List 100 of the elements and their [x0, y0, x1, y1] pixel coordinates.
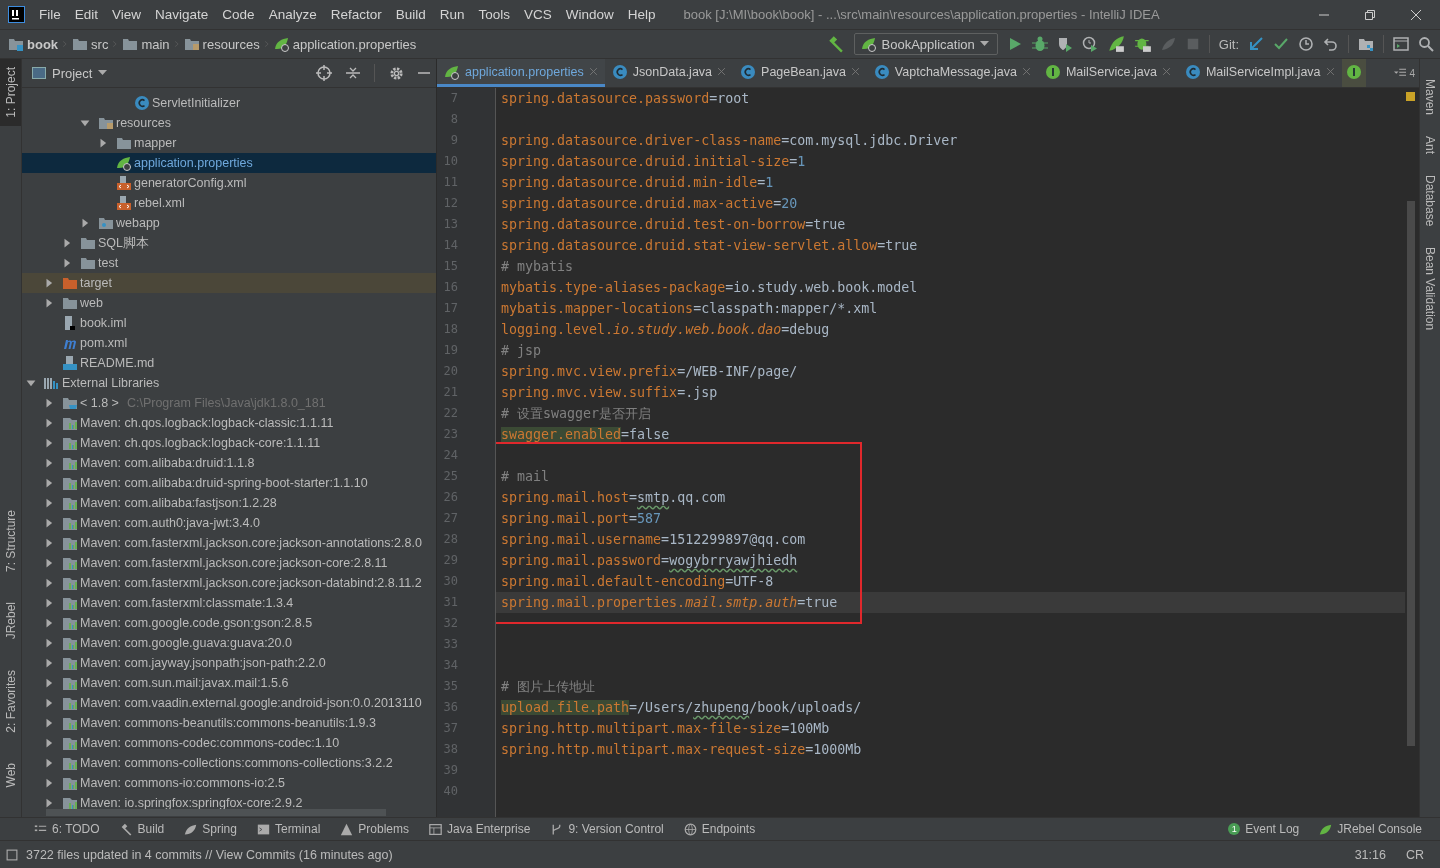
tree-item[interactable]: web — [22, 293, 436, 313]
editor-tab[interactable] — [1341, 59, 1366, 87]
debug-icon[interactable] — [1031, 36, 1048, 52]
tool-window-tab[interactable]: Maven — [1423, 79, 1437, 119]
menu-item[interactable]: Run — [439, 7, 465, 22]
scrollbar-thumb[interactable] — [46, 809, 386, 816]
hammer-icon[interactable] — [826, 35, 845, 53]
tree-item[interactable]: Maven: commons-beanutils:commons-beanutils:1.9.3 — [22, 713, 436, 733]
menu-item[interactable]: View — [112, 7, 142, 22]
tree-item[interactable]: Maven: com.fasterxml.jackson.core:jackson-core:2.8.11 — [22, 553, 436, 573]
search-icon[interactable] — [1418, 36, 1434, 52]
line-separator[interactable]: CR — [1405, 847, 1424, 862]
tree-item[interactable]: SQL脚本 — [22, 233, 436, 253]
tool-window-button[interactable]: 6: TODO — [34, 822, 100, 836]
editor-tab[interactable]: PageBean.java — [733, 59, 867, 87]
tree-item[interactable]: Maven: com.fasterxml.jackson.core:jackson-databind:2.8.11.2 — [22, 573, 436, 593]
tool-window-tab[interactable]: 7: Structure — [0, 502, 21, 581]
tool-window-button[interactable]: JRebel Console — [1319, 822, 1422, 836]
tool-window-button[interactable]: 9: Version Control — [550, 822, 664, 836]
tool-window-tab[interactable]: 1: Project — [0, 59, 21, 126]
rebel-debug-icon[interactable] — [1133, 35, 1152, 53]
editor-tab[interactable]: application.properties — [437, 59, 605, 87]
tree-item[interactable]: Maven: com.alibaba:druid:1.1.8 — [22, 453, 436, 473]
tree-item[interactable]: Maven: commons-codec:commons-codec:1.10 — [22, 733, 436, 753]
tree-item[interactable]: Maven: com.jayway.jsonpath:json-path:2.2.0 — [22, 653, 436, 673]
tree-item[interactable]: pom.xml — [22, 333, 436, 353]
tool-window-button[interactable]: Endpoints — [683, 822, 756, 836]
tree-item[interactable]: webapp — [22, 213, 436, 233]
menu-item[interactable]: Refactor — [330, 7, 382, 22]
run-configuration-dropdown[interactable]: BookApplication — [853, 33, 998, 55]
project-structure-icon[interactable] — [1358, 36, 1374, 52]
editor-tab[interactable]: VaptchaMessage.java — [866, 59, 1038, 87]
window-icon[interactable] — [1393, 36, 1409, 52]
tree-item[interactable]: target — [22, 273, 436, 293]
tree-item[interactable]: External Libraries — [22, 373, 436, 393]
tree-item[interactable]: Maven: ch.qos.logback:logback-core:1.1.11 — [22, 433, 436, 453]
tree-item[interactable]: Maven: commons-collections:commons-collections:3.2.2 — [22, 753, 436, 773]
tree-item[interactable]: Maven: com.auth0:java-jwt:3.4.0 — [22, 513, 436, 533]
tree-item[interactable]: application.properties — [22, 153, 436, 173]
tree-item[interactable]: Maven: com.google.code.gson:gson:2.8.5 — [22, 613, 436, 633]
tree-item[interactable]: Maven: com.alibaba:druid-spring-boot-starter:1.1.10 — [22, 473, 436, 493]
menu-item[interactable]: Tools — [478, 7, 510, 22]
coverage-icon[interactable] — [1056, 36, 1073, 52]
breadcrumb[interactable]: main — [122, 36, 170, 52]
commit-check-icon[interactable] — [1273, 36, 1289, 52]
menu-item[interactable]: Help — [627, 7, 656, 22]
tool-window-button[interactable]: Build — [119, 822, 165, 836]
settings-icon[interactable] — [389, 65, 404, 81]
menu-item[interactable]: Edit — [74, 7, 99, 22]
menu-item[interactable]: Code — [222, 7, 255, 22]
tool-window-button[interactable]: 1 Event Log — [1228, 822, 1300, 836]
tool-window-tab[interactable]: Database — [1423, 175, 1437, 230]
tab-list-button[interactable]: 4 — [1389, 59, 1419, 87]
tree-item[interactable]: rebel.xml — [22, 193, 436, 213]
tree-item[interactable]: Maven: com.alibaba:fastjson:1.2.28 — [22, 493, 436, 513]
breadcrumb[interactable]: resources — [183, 36, 260, 52]
tree-item[interactable]: Maven: com.google.guava:guava:20.0 — [22, 633, 436, 653]
tree-item[interactable]: mapper — [22, 133, 436, 153]
menu-item[interactable]: Navigate — [155, 7, 209, 22]
menu-item[interactable]: Window — [565, 7, 614, 22]
tree-item[interactable]: README.md — [22, 353, 436, 373]
restore-icon[interactable] — [1364, 8, 1376, 21]
tool-window-tab[interactable]: Ant — [1423, 136, 1437, 158]
profiler-icon[interactable] — [1081, 36, 1098, 52]
collapse-all-icon[interactable] — [346, 66, 360, 80]
editor-tab[interactable]: MailService.java — [1037, 59, 1178, 87]
tool-window-button[interactable]: Problems — [340, 822, 409, 836]
update-project-icon[interactable] — [1248, 36, 1264, 52]
tool-window-button[interactable]: Java Enterprise — [429, 822, 531, 836]
breadcrumb[interactable]: application.properties — [273, 36, 417, 52]
tree-item[interactable]: Maven: com.sun.mail:javax.mail:1.5.6 — [22, 673, 436, 693]
editor-tab[interactable]: JsonData.java — [604, 59, 734, 87]
scrollbar-thumb[interactable] — [1407, 201, 1415, 746]
menu-item[interactable]: VCS — [524, 7, 552, 22]
tool-window-button[interactable]: Spring — [184, 822, 237, 836]
tree-item[interactable]: test — [22, 253, 436, 273]
locate-icon[interactable] — [316, 65, 332, 81]
close-icon[interactable] — [1410, 8, 1422, 21]
tree-item[interactable]: Maven: ch.qos.logback:logback-classic:1.1.11 — [22, 413, 436, 433]
tool-window-tab[interactable]: Bean Validation — [1423, 247, 1437, 334]
tool-window-tab[interactable]: Web — [0, 754, 21, 795]
editor-tab[interactable]: MailServiceImpl.java — [1177, 59, 1342, 87]
menu-item[interactable]: Analyze — [268, 7, 317, 22]
breadcrumb[interactable]: book — [8, 36, 59, 52]
caret-position[interactable]: 31:16 — [1354, 847, 1386, 862]
tree-item[interactable]: resources — [22, 113, 436, 133]
history-icon[interactable] — [1298, 36, 1314, 52]
tool-window-tab[interactable]: JRebel — [0, 594, 21, 648]
tool-window-button[interactable]: Terminal — [256, 822, 321, 836]
tree-item[interactable]: book.iml — [22, 313, 436, 333]
tree-item[interactable]: Maven: com.vaadin.external.google:android-json:0.0.2013110 — [22, 693, 436, 713]
menu-item[interactable]: Build — [395, 7, 426, 22]
panel-toggle-icon[interactable] — [6, 848, 18, 861]
tree-item[interactable]: generatorConfig.xml — [22, 173, 436, 193]
tree-item[interactable]: Maven: com.fasterxml:classmate:1.3.4 — [22, 593, 436, 613]
tree-item[interactable]: ServletInitializer — [22, 93, 436, 113]
tree-item[interactable]: Maven: commons-io:commons-io:2.5 — [22, 773, 436, 793]
breadcrumb[interactable]: src — [72, 36, 109, 52]
project-view-selector[interactable]: Project — [32, 65, 108, 81]
undo-icon[interactable] — [1323, 36, 1339, 52]
